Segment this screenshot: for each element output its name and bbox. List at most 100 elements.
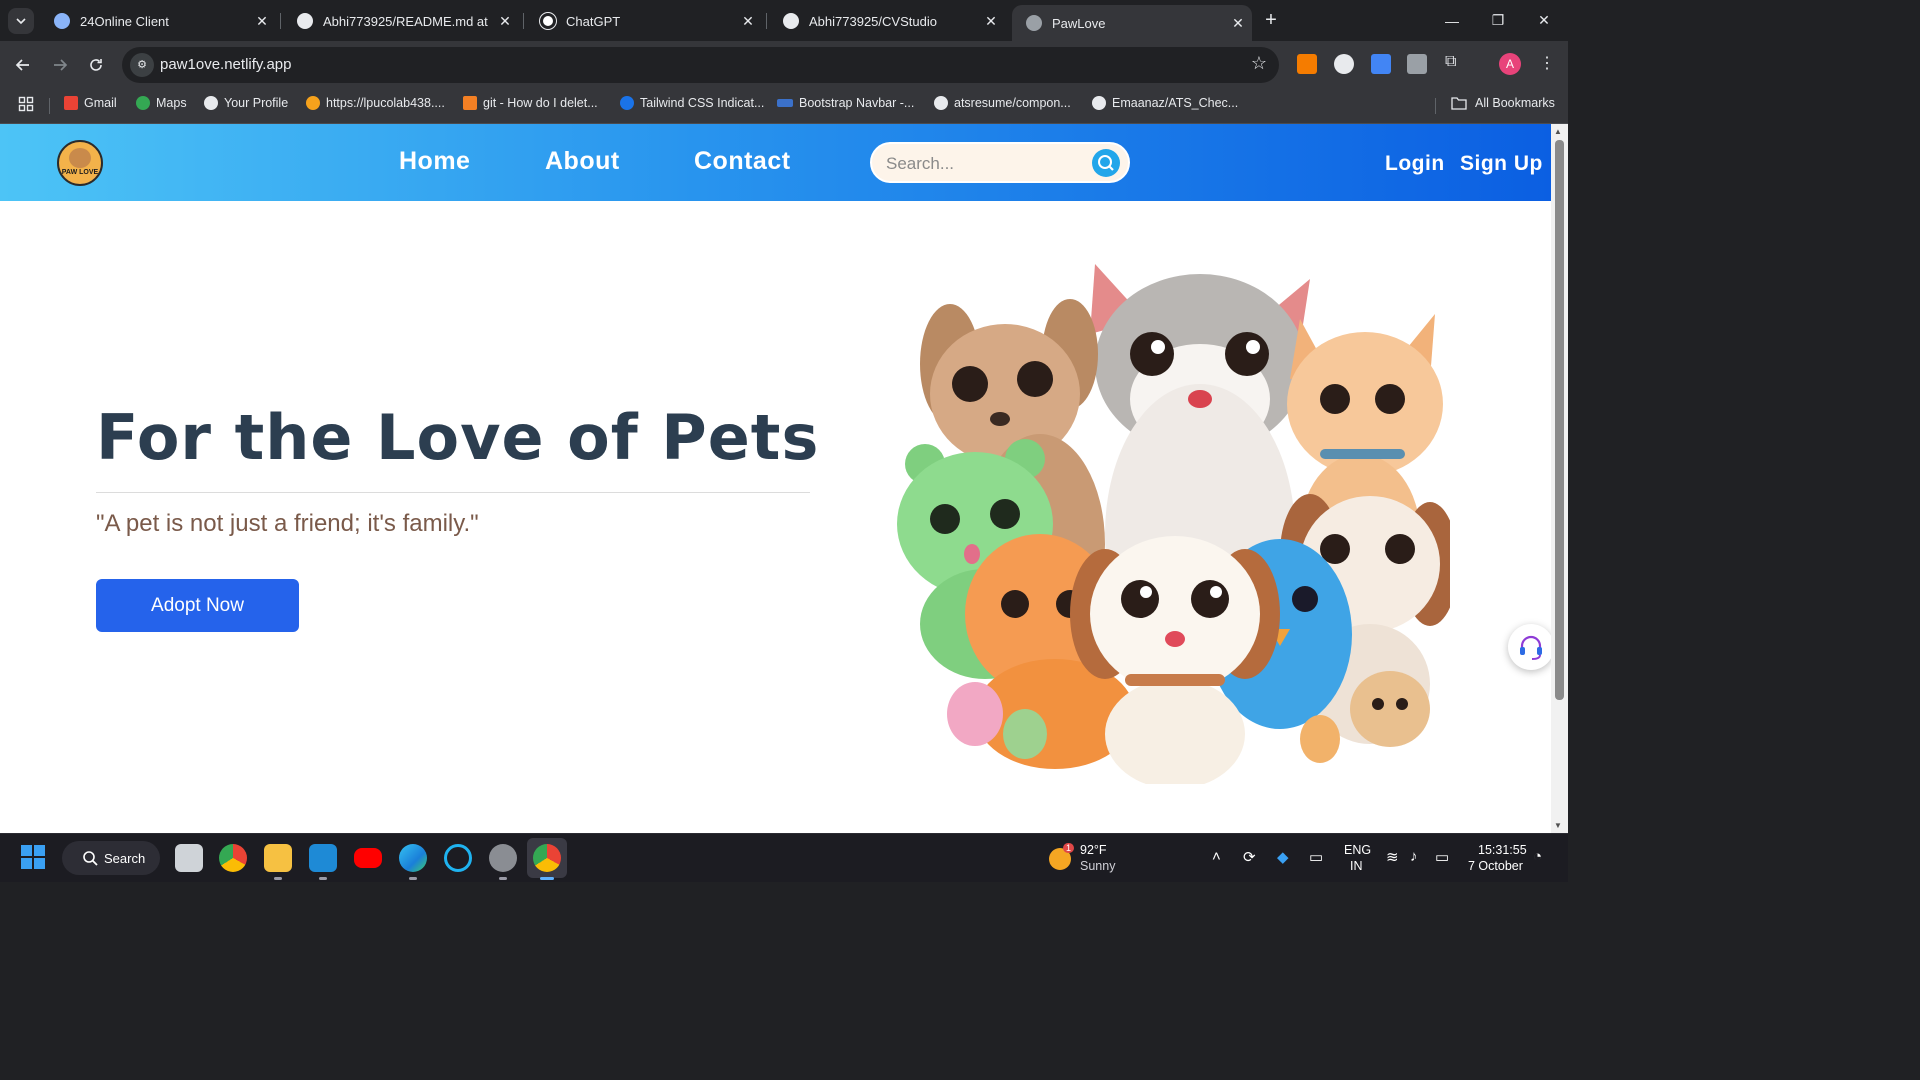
sync-icon[interactable]: ⟳ <box>1243 848 1256 866</box>
bookmark-star-icon[interactable]: ☆ <box>1251 53 1267 74</box>
bookmark-gmail[interactable]: Gmail <box>64 96 117 110</box>
youtube-icon[interactable] <box>354 848 382 868</box>
minimize-button[interactable]: — <box>1429 0 1475 41</box>
bookmark-lpucolab[interactable]: https://lpucolab438.... <box>306 96 445 110</box>
nav-contact[interactable]: Contact <box>694 147 791 176</box>
reload-button[interactable] <box>82 51 110 79</box>
adopt-now-button[interactable]: Adopt Now <box>96 579 299 632</box>
lpu-icon <box>306 96 320 110</box>
close-icon[interactable]: ✕ <box>248 13 276 30</box>
bookmark-label: Maps <box>156 96 187 110</box>
site-info-icon[interactable]: ⚙ <box>130 53 154 77</box>
lighthouse-extension-icon[interactable] <box>1297 54 1317 74</box>
nav-home[interactable]: Home <box>399 147 470 176</box>
display-icon[interactable]: ▭ <box>1309 848 1323 866</box>
close-window-button[interactable]: ✕ <box>1521 0 1567 41</box>
tab-chatgpt[interactable]: ChatGPT ✕ <box>526 5 762 37</box>
task-view-icon[interactable] <box>175 844 203 872</box>
checklist-extension-icon[interactable] <box>1371 54 1391 74</box>
taskbar-search-button[interactable]: Search <box>62 841 160 875</box>
logo-text: PAW LOVE <box>61 169 99 176</box>
running-indicator <box>274 877 282 880</box>
github-extension-icon[interactable] <box>1334 54 1354 74</box>
chrome-icon[interactable] <box>219 844 247 872</box>
login-link[interactable]: Login <box>1385 152 1445 176</box>
shield-icon[interactable]: ◆ <box>1277 848 1289 866</box>
address-bar[interactable]: ⚙ paw1ove.netlify.app ☆ <box>122 47 1279 83</box>
bookmark-bootstrap[interactable]: Bootstrap Navbar -... <box>777 96 914 110</box>
chevron-down-icon <box>16 18 26 25</box>
github-icon <box>783 13 799 29</box>
bookmark-stackoverflow[interactable]: git - How do I delet... <box>463 96 598 110</box>
new-tab-button[interactable]: + <box>1259 9 1283 33</box>
tab-extension-icon[interactable] <box>1407 54 1427 74</box>
weather-badge: 1 <box>1063 843 1075 853</box>
page-scrollbar[interactable]: ▲ ▼ <box>1551 124 1568 833</box>
bookmark-tailwind[interactable]: Tailwind CSS Indicat... <box>620 96 764 110</box>
settings-gear-icon[interactable] <box>489 844 517 872</box>
scroll-down-icon[interactable]: ▼ <box>1554 821 1562 830</box>
close-icon[interactable]: ✕ <box>734 13 762 30</box>
tab-24online[interactable]: 24Online Client ✕ <box>40 5 276 37</box>
github-icon <box>204 96 218 110</box>
tab-title: 24Online Client <box>80 13 169 29</box>
bookmark-divider <box>49 98 50 114</box>
running-indicator <box>499 877 507 880</box>
browser-toolbar: ⚙ paw1ove.netlify.app ☆ ⧉ ⋮ <box>0 41 1568 88</box>
clock-date[interactable]: 7 October <box>1468 859 1523 873</box>
signup-link[interactable]: Sign Up <box>1460 152 1543 176</box>
chevron-up-icon[interactable]: ˄ <box>1212 848 1221 865</box>
bookmark-label: Bootstrap Navbar -... <box>799 96 915 110</box>
wifi-icon[interactable]: ≋ <box>1386 848 1399 866</box>
tab-cvstudio[interactable]: Abhi773925/CVStudio ✕ <box>769 5 1005 37</box>
running-indicator <box>409 877 417 880</box>
puzzle-icon[interactable]: ⧉ <box>1445 53 1456 71</box>
url-text[interactable]: paw1ove.netlify.app <box>160 56 291 73</box>
forward-button[interactable] <box>46 51 74 79</box>
language-indicator[interactable]: ENG <box>1344 843 1371 857</box>
profile-avatar[interactable]: A <box>1499 53 1521 75</box>
chrome-active-app[interactable] <box>527 838 567 878</box>
close-icon[interactable]: ✕ <box>491 13 519 30</box>
tab-search-button[interactable] <box>8 8 34 34</box>
tab-title: Abhi773925/CVStudio <box>809 13 937 29</box>
back-button[interactable] <box>9 51 37 79</box>
vscode-icon[interactable] <box>309 844 337 872</box>
close-icon[interactable]: ✕ <box>1224 15 1252 32</box>
globe-icon <box>1026 15 1042 31</box>
nav-about[interactable]: About <box>545 147 620 176</box>
tab-pawlove[interactable]: PawLove ✕ <box>1012 5 1252 41</box>
apps-grid-icon[interactable] <box>18 96 34 112</box>
bookmark-your-profile[interactable]: Your Profile <box>204 96 288 110</box>
bookmark-maps[interactable]: Maps <box>136 96 187 110</box>
site-search-button[interactable] <box>1092 149 1120 177</box>
tab-readme[interactable]: Abhi773925/README.md at ma ✕ <box>283 5 519 37</box>
pawlove-logo[interactable]: PAW LOVE <box>57 140 103 186</box>
scrollbar-thumb[interactable] <box>1555 140 1564 700</box>
site-search-input[interactable] <box>886 153 1086 175</box>
region-indicator[interactable]: IN <box>1350 859 1363 873</box>
scroll-up-icon[interactable]: ▲ <box>1554 127 1562 136</box>
menu-kebab-icon[interactable]: ⋮ <box>1539 53 1555 73</box>
tab-title: PawLove <box>1052 15 1106 31</box>
battery-icon[interactable]: ▭ <box>1435 848 1449 866</box>
support-chat-button[interactable] <box>1508 624 1551 670</box>
weather-temp[interactable]: 92°F <box>1080 843 1107 857</box>
notification-bell-icon[interactable]: ◔ <box>1533 848 1542 865</box>
start-button[interactable] <box>20 844 48 872</box>
file-explorer-icon[interactable] <box>264 844 292 872</box>
clock-time[interactable]: 15:31:55 <box>1478 843 1527 857</box>
restore-button[interactable]: ❐ <box>1475 0 1521 41</box>
cortana-icon[interactable] <box>444 844 472 872</box>
close-icon[interactable]: ✕ <box>977 13 1005 30</box>
bookmarks-bar: Gmail Maps Your Profile https://lpucolab… <box>0 88 1568 124</box>
bookmark-ats-checker[interactable]: Emaanaz/ATS_Chec... <box>1092 96 1238 110</box>
bookmark-atsresume[interactable]: atsresume/compon... <box>934 96 1071 110</box>
volume-icon[interactable]: ♪ <box>1410 848 1418 865</box>
folder-icon <box>1451 97 1467 110</box>
edge-icon[interactable] <box>399 844 427 872</box>
weather-desc[interactable]: Sunny <box>1080 859 1115 873</box>
all-bookmarks-label: All Bookmarks <box>1475 96 1555 110</box>
all-bookmarks-button[interactable]: All Bookmarks <box>1451 96 1555 110</box>
bookmark-label: Emaanaz/ATS_Chec... <box>1112 96 1239 110</box>
